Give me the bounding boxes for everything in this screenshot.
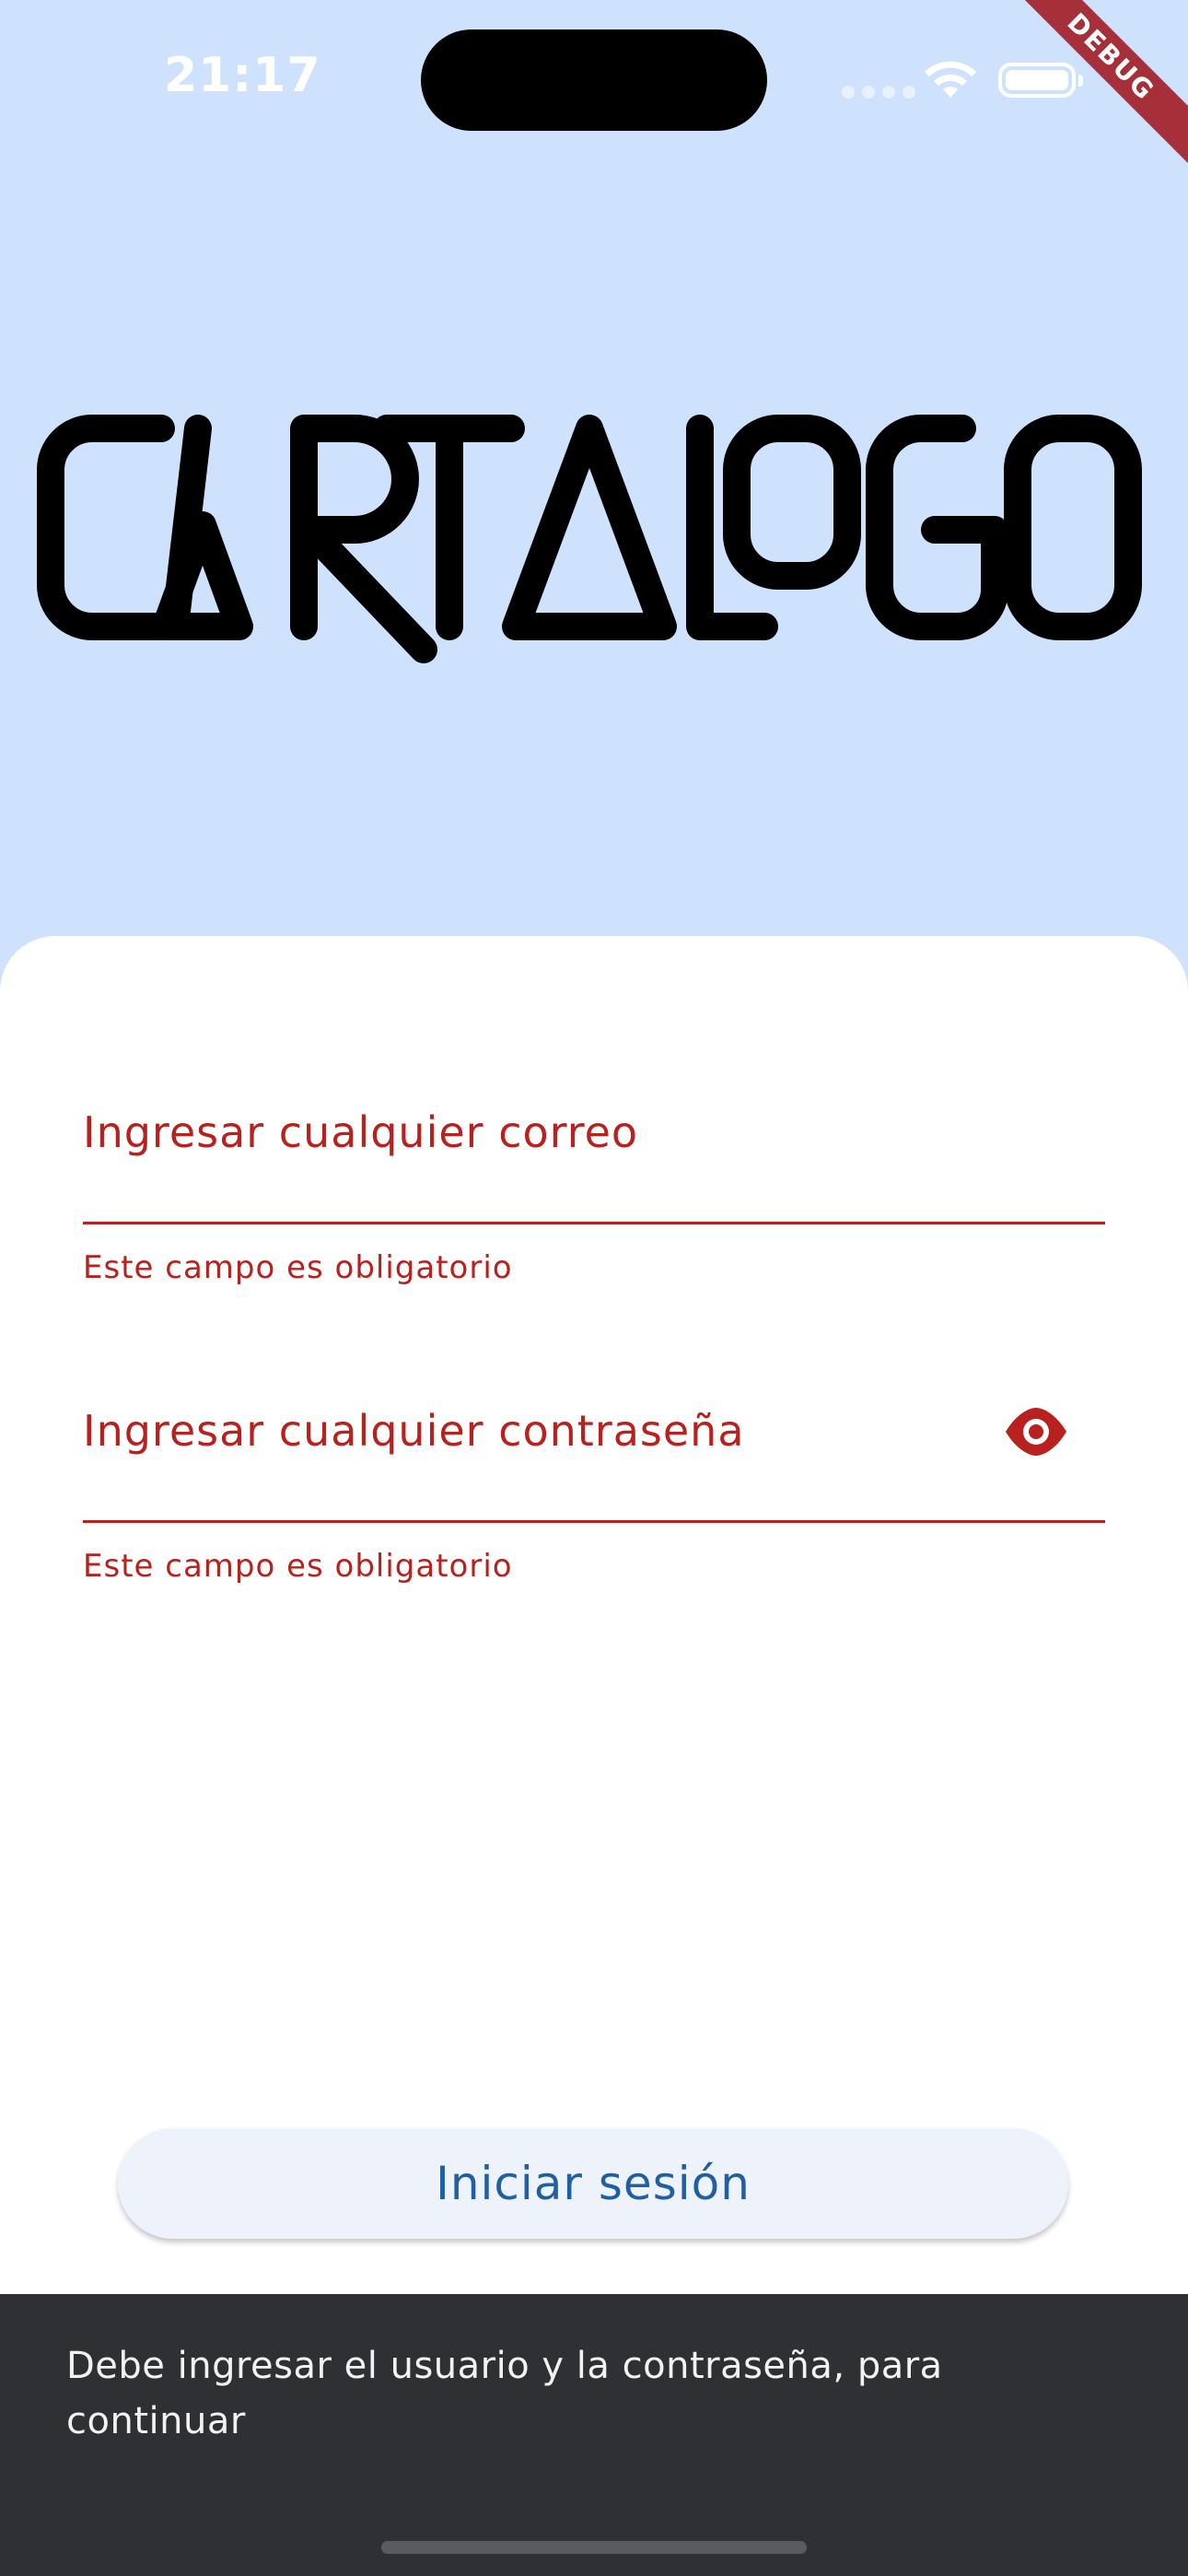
home-indicator[interactable] [381,2541,807,2554]
password-underline [83,1520,1105,1523]
status-time: 21:17 [164,48,321,103]
snackbar-message: Debe ingresar el usuario y la contraseña… [66,2345,943,2442]
password-field[interactable]: Ingresar cualquier contraseña Este campo… [83,1406,1105,1590]
login-button[interactable]: Iniciar sesión [118,2128,1068,2239]
signal-dots-icon [842,85,923,102]
email-error: Este campo es obligatorio [83,1249,513,1286]
cartalogo-logo [37,415,1142,663]
wifi-icon [925,61,976,98]
battery-icon [998,63,1083,98]
snackbar: Debe ingresar el usuario y la contraseña… [0,2294,1188,2576]
dynamic-island [421,29,767,131]
email-placeholder[interactable]: Ingresar cualquier correo [83,1107,638,1157]
password-placeholder[interactable]: Ingresar cualquier contraseña [83,1406,745,1456]
email-underline [83,1222,1105,1224]
password-error: Este campo es obligatorio [83,1548,513,1585]
email-field[interactable]: Ingresar cualquier correo Este campo es … [83,1107,1105,1292]
eye-icon[interactable] [1004,1406,1068,1458]
status-bar: 21:17 [0,0,1188,166]
